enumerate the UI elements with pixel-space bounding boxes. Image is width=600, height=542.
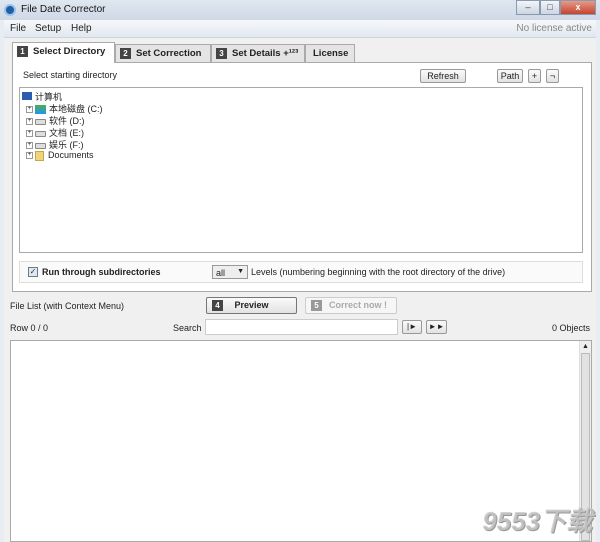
scroll-up-icon[interactable]: ▲: [582, 343, 589, 350]
menu-bar: File Setup Help No license active: [4, 20, 596, 38]
computer-icon: [22, 92, 32, 100]
close-button[interactable]: x: [560, 0, 596, 15]
title-bar: File Date Corrector – □ x: [0, 0, 600, 20]
levels-select[interactable]: all ▼: [212, 265, 248, 279]
license-status: No license active: [516, 23, 592, 34]
preview-button[interactable]: 4 Preview: [206, 297, 297, 314]
tab-number: 1: [17, 46, 28, 57]
dropdown-arrow-icon: ▼: [237, 268, 244, 275]
options-row: ✓ Run through subdirectories all ▼ Levels…: [19, 261, 583, 283]
menu-help[interactable]: Help: [71, 23, 92, 34]
run-subdirs-checkbox[interactable]: ✓: [28, 267, 38, 277]
row-counter: Row 0 / 0: [10, 323, 49, 333]
find-next-button[interactable]: |►: [402, 320, 422, 334]
correct-now-button[interactable]: 5 Correct now !: [305, 297, 397, 314]
tab-license[interactable]: License: [305, 44, 355, 62]
tab-set-details[interactable]: 3 Set Details +¹²³: [211, 44, 305, 62]
drive-icon: [35, 142, 46, 149]
levels-value: all: [216, 268, 226, 278]
search-label: Search: [173, 323, 202, 333]
tree-node[interactable]: + Documents: [26, 150, 94, 161]
step-number: 5: [311, 300, 322, 311]
watermark: 9553下载: [482, 506, 592, 536]
expand-all-button[interactable]: +: [528, 69, 541, 83]
drive-icon: [35, 118, 46, 125]
node-label: 计算机: [35, 92, 63, 102]
expand-icon[interactable]: +: [26, 142, 33, 150]
select-directory-panel: Select starting directory Refresh Path +…: [12, 62, 592, 292]
file-list-label: File List (with Context Menu): [10, 301, 125, 311]
folder-icon: [35, 150, 44, 161]
expand-icon[interactable]: +: [26, 106, 33, 114]
node-label: 娱乐 (F:): [49, 140, 84, 150]
search-input[interactable]: [205, 319, 398, 335]
step-number: 4: [212, 300, 223, 311]
node-label: 软件 (D:): [49, 116, 85, 126]
menu-setup[interactable]: Setup: [35, 23, 61, 34]
correct-label: Correct now !: [328, 300, 387, 310]
levels-text: Levels (numbering beginning with the roo…: [251, 267, 506, 277]
objects-count: 0 Objects: [551, 323, 590, 333]
expand-icon[interactable]: +: [26, 152, 33, 160]
node-label: Documents: [48, 150, 94, 160]
path-button[interactable]: Path: [497, 69, 523, 83]
tab-set-correction[interactable]: 2 Set Correction: [115, 44, 211, 62]
node-label: 本地磁盘 (C:): [49, 104, 103, 114]
node-label: 文档 (E:): [49, 128, 84, 138]
refresh-button[interactable]: Refresh: [420, 69, 466, 83]
main-window: 1 Select Directory 2 Set Correction 3 Set D…: [4, 38, 596, 542]
directory-tree[interactable]: 计算机 + 本地磁盘 (C:) + 软件 (D:) + 文档 (E:) + 娱乐 (F:…: [19, 87, 583, 253]
preview-label: Preview: [234, 300, 269, 310]
tab-number: 2: [120, 48, 131, 59]
tab-label: Set Correction: [136, 48, 202, 59]
expand-icon[interactable]: +: [26, 118, 33, 126]
tab-label: Select Directory: [33, 46, 106, 57]
minimize-button[interactable]: –: [516, 0, 540, 15]
tab-number: 3: [216, 48, 227, 59]
maximize-button[interactable]: □: [540, 0, 560, 15]
menu-file[interactable]: File: [10, 23, 26, 34]
tab-select-directory[interactable]: 1 Select Directory: [12, 42, 115, 63]
drive-icon: [35, 130, 46, 137]
system-drive-icon: [35, 105, 46, 115]
app-clock-icon: [4, 4, 16, 16]
expand-icon[interactable]: +: [26, 130, 33, 138]
window-title: File Date Corrector: [21, 4, 106, 15]
find-all-button[interactable]: ►►: [426, 320, 447, 334]
collapse-all-button[interactable]: ¬: [546, 69, 559, 83]
run-subdirs-label: Run through subdirectories: [42, 267, 161, 277]
select-dir-label: Select starting directory: [23, 70, 118, 80]
tab-label: Set Details +¹²³: [232, 48, 299, 59]
